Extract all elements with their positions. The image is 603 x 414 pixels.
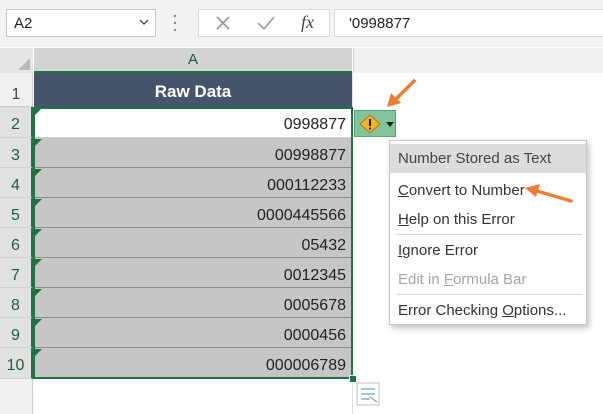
row-header[interactable]: 5: [0, 198, 33, 228]
annotation-arrow-icon: [525, 184, 573, 203]
select-all-corner[interactable]: [0, 48, 33, 73]
name-box-value: A2: [14, 15, 33, 32]
row-header[interactable]: 1: [0, 73, 33, 107]
error-flag-icon: [35, 169, 42, 176]
row-header[interactable]: 10: [0, 348, 33, 379]
data-cell[interactable]: 0000445566: [34, 198, 352, 228]
error-options-menu: Number Stored as Text Convert to Number …: [389, 140, 587, 325]
error-flag-icon: [35, 108, 42, 115]
row-header[interactable]: 8: [0, 288, 33, 318]
error-flag-icon: [35, 259, 42, 266]
data-cell[interactable]: 05432: [34, 228, 352, 258]
data-cell[interactable]: 0012345: [34, 258, 352, 288]
menu-item-edit-in-formula-bar: Edit in Formula Bar: [398, 271, 527, 288]
menu-header: Number Stored as Text: [390, 144, 586, 173]
data-cell[interactable]: 000112233: [34, 168, 352, 198]
error-flag-icon: [35, 199, 42, 206]
formula-bar: A2 fx '0998877: [0, 0, 603, 47]
row-header[interactable]: 6: [0, 228, 33, 258]
annotation-arrow-icon: [387, 79, 416, 107]
row-header[interactable]: 7: [0, 258, 33, 288]
formula-input[interactable]: '0998877: [334, 9, 603, 37]
data-cell[interactable]: 00998877: [34, 138, 352, 168]
warning-diamond-icon: [359, 114, 381, 134]
row-header[interactable]: 2: [0, 107, 33, 138]
formula-buttons: fx: [198, 9, 330, 37]
menu-separator: [396, 234, 582, 235]
row-header[interactable]: 3: [0, 138, 33, 168]
error-flag-icon: [35, 229, 42, 236]
row-header[interactable]: 9: [0, 318, 33, 348]
error-checking-button[interactable]: [354, 110, 396, 137]
insert-function-button[interactable]: fx: [301, 12, 314, 33]
menu-item-error-checking-options[interactable]: Error Checking Options...: [390, 296, 586, 325]
quick-analysis-icon[interactable]: [355, 381, 381, 407]
check-icon[interactable]: [255, 13, 277, 33]
data-cell[interactable]: 0000456: [34, 318, 352, 348]
data-cell[interactable]: 0005678: [34, 288, 352, 318]
dropdown-arrow-icon: [386, 122, 394, 127]
column-header-area: [353, 48, 603, 73]
error-flag-icon: [35, 289, 42, 296]
drag-handle-icon[interactable]: [173, 13, 177, 33]
menu-separator: [396, 294, 582, 295]
error-flag-icon: [35, 319, 42, 326]
column-header-a[interactable]: A: [34, 48, 352, 73]
menu-item-ignore-error[interactable]: Ignore Error: [390, 236, 586, 265]
menu-item-help[interactable]: Help on this Error: [390, 205, 586, 234]
error-flag-icon: [35, 349, 42, 356]
data-cell[interactable]: 000006789: [34, 348, 352, 379]
row-header[interactable]: [0, 379, 33, 414]
header-cell[interactable]: Raw Data: [34, 73, 352, 107]
cancel-icon[interactable]: [213, 13, 233, 33]
error-flag-icon: [35, 139, 42, 146]
cell-a2[interactable]: 0998877: [34, 107, 352, 138]
name-box[interactable]: A2: [6, 9, 156, 37]
formula-text: '0998877: [349, 15, 411, 32]
chevron-down-icon[interactable]: [139, 17, 149, 27]
row-header[interactable]: 4: [0, 168, 33, 198]
